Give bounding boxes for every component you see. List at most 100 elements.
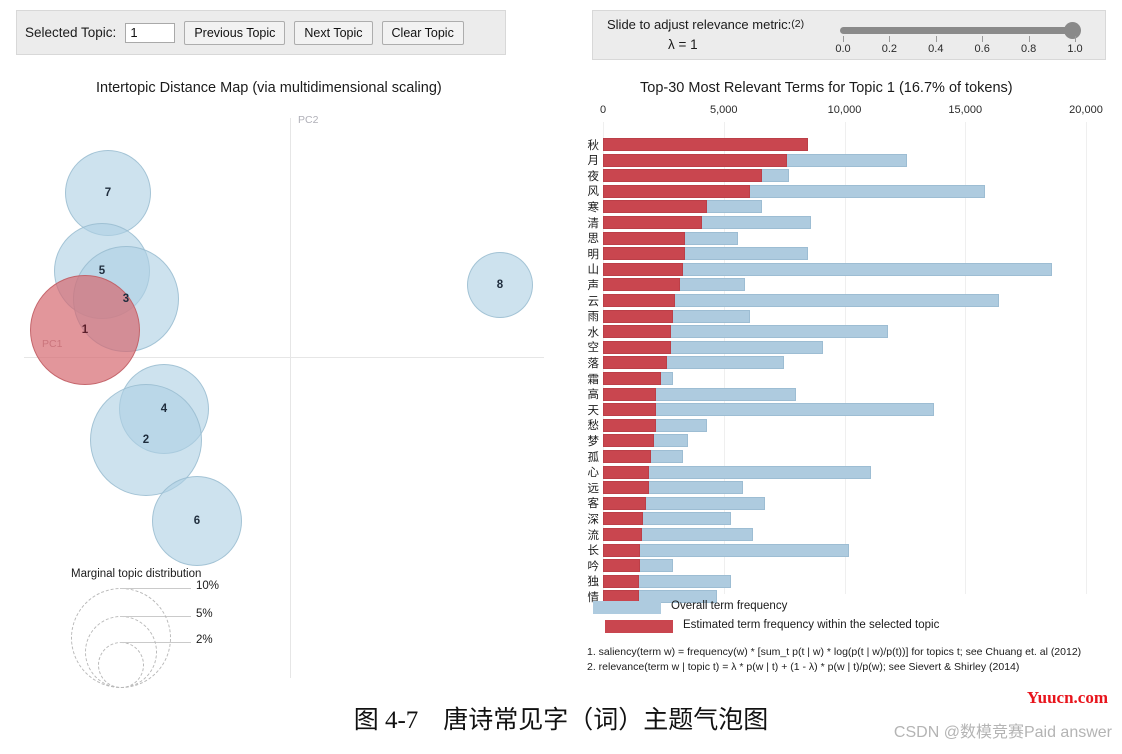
bar-row[interactable] [603, 512, 1086, 526]
bar-topic-frequency[interactable] [603, 325, 671, 339]
bar-topic-frequency[interactable] [603, 465, 649, 479]
term-label[interactable]: 愁 [577, 417, 600, 433]
term-label[interactable]: 远 [577, 480, 600, 496]
bar-topic-frequency[interactable] [603, 340, 671, 354]
bar-row[interactable] [603, 294, 1086, 307]
bar-topic-frequency[interactable] [603, 200, 707, 214]
bar-topic-frequency[interactable] [603, 138, 809, 151]
bar-row[interactable] [603, 247, 1086, 261]
slider-tick-label: 0.6 [974, 43, 990, 55]
bar-row[interactable] [603, 434, 1086, 448]
bar-row[interactable] [603, 262, 1086, 276]
bar-row[interactable] [603, 325, 1086, 339]
watermark-yuucn: Yuucn.com [1026, 688, 1108, 707]
bar-row[interactable] [603, 418, 1086, 432]
term-label[interactable]: 山 [577, 261, 600, 277]
bar-row[interactable] [603, 278, 1086, 292]
bar-topic-frequency[interactable] [603, 247, 686, 261]
bar-topic-frequency[interactable] [603, 231, 686, 245]
bar-topic-frequency[interactable] [603, 153, 787, 167]
bar-topic-frequency[interactable] [603, 528, 642, 541]
term-label[interactable]: 空 [577, 339, 600, 355]
bar-row[interactable] [603, 403, 1086, 417]
bar-topic-frequency[interactable] [603, 356, 667, 370]
bar-row[interactable] [603, 496, 1086, 510]
term-label[interactable]: 月 [577, 152, 600, 168]
bar-topic-frequency[interactable] [603, 434, 654, 448]
term-label[interactable]: 秋 [577, 137, 600, 153]
bar-row[interactable] [603, 481, 1086, 495]
intertopic-distance-map[interactable]: PC2 PC1 75318426 Marginal topic distribu… [16, 100, 544, 700]
term-label[interactable]: 风 [577, 183, 600, 199]
bar-topic-frequency[interactable] [603, 216, 702, 229]
bar-row[interactable] [603, 559, 1086, 573]
term-label[interactable]: 梦 [577, 433, 600, 449]
bar-topic-frequency[interactable] [603, 184, 751, 198]
term-label[interactable]: 高 [577, 386, 600, 402]
term-label[interactable]: 霜 [577, 371, 600, 387]
bar-topic-frequency[interactable] [603, 543, 641, 557]
bar-row[interactable] [603, 231, 1086, 245]
bar-row[interactable] [603, 169, 1086, 183]
slider-tick-label: 1.0 [1067, 43, 1083, 55]
term-label[interactable]: 客 [577, 495, 600, 511]
term-label[interactable]: 水 [577, 324, 600, 340]
bar-row[interactable] [603, 340, 1086, 354]
previous-topic-button[interactable]: Previous Topic [184, 20, 286, 45]
bar-topic-frequency[interactable] [603, 169, 763, 183]
term-label[interactable]: 吟 [577, 558, 600, 574]
term-label[interactable]: 心 [577, 464, 600, 480]
bar-topic-frequency[interactable] [603, 403, 657, 417]
bar-row[interactable] [603, 153, 1086, 167]
term-label[interactable]: 深 [577, 511, 600, 527]
slider-track[interactable] [840, 27, 1076, 34]
bar-row[interactable] [603, 184, 1086, 198]
bar-topic-frequency[interactable] [603, 450, 652, 463]
term-label[interactable]: 夜 [577, 168, 600, 184]
bar-topic-frequency[interactable] [603, 496, 647, 510]
term-label[interactable]: 清 [577, 215, 600, 231]
bar-topic-frequency[interactable] [603, 309, 674, 323]
term-label[interactable]: 雨 [577, 308, 600, 324]
term-label[interactable]: 寒 [577, 199, 600, 215]
bar-row[interactable] [603, 216, 1086, 229]
term-label[interactable]: 明 [577, 246, 600, 262]
bar-topic-frequency[interactable] [603, 372, 661, 385]
marginal-ring-label-10%: 10% [196, 580, 220, 592]
term-label[interactable]: 孤 [577, 449, 600, 465]
next-topic-button[interactable]: Next Topic [294, 20, 373, 45]
bar-row[interactable] [603, 309, 1086, 323]
relevance-slider[interactable]: 0.0 0.2 0.4 0.6 0.8 1.0 [835, 19, 1094, 55]
clear-topic-button[interactable]: Clear Topic [381, 20, 464, 45]
bar-topic-frequency[interactable] [603, 418, 657, 432]
bar-row[interactable] [603, 138, 1086, 151]
term-label[interactable]: 长 [577, 542, 600, 558]
bar-row[interactable] [603, 200, 1086, 214]
term-label[interactable]: 云 [577, 293, 600, 309]
bar-row[interactable] [603, 372, 1086, 385]
pc2-axis-line [290, 118, 291, 678]
bar-topic-frequency[interactable] [603, 574, 640, 588]
bar-topic-frequency[interactable] [603, 387, 657, 401]
bar-topic-frequency[interactable] [603, 278, 681, 292]
bar-row[interactable] [603, 465, 1086, 479]
term-label[interactable]: 落 [577, 355, 600, 371]
bar-row[interactable] [603, 387, 1086, 401]
bar-row[interactable] [603, 528, 1086, 541]
term-label[interactable]: 思 [577, 230, 600, 246]
term-label[interactable]: 天 [577, 402, 600, 418]
bar-topic-frequency[interactable] [603, 559, 641, 573]
bar-row[interactable] [603, 450, 1086, 463]
selected-topic-input[interactable] [125, 22, 176, 43]
slider-handle[interactable] [1064, 22, 1081, 39]
bar-row[interactable] [603, 543, 1086, 557]
bar-topic-frequency[interactable] [603, 294, 676, 307]
term-label[interactable]: 声 [577, 277, 600, 293]
bar-topic-frequency[interactable] [603, 262, 683, 276]
bar-row[interactable] [603, 574, 1086, 588]
term-label[interactable]: 流 [577, 527, 600, 543]
bar-topic-frequency[interactable] [603, 512, 643, 526]
bar-topic-frequency[interactable] [603, 481, 649, 495]
bar-row[interactable] [603, 356, 1086, 370]
term-label[interactable]: 独 [577, 573, 600, 589]
